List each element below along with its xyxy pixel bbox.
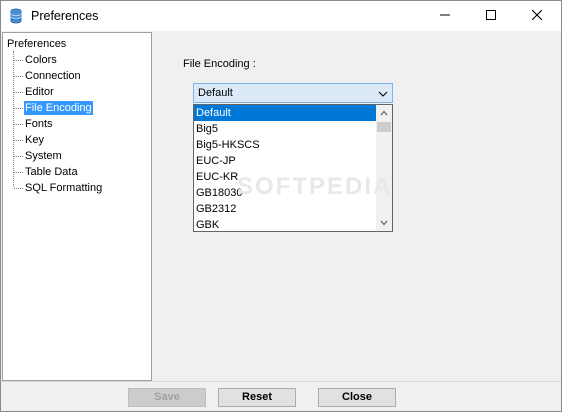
file-encoding-label: File Encoding : bbox=[183, 58, 256, 70]
tree-item-label: Table Data bbox=[25, 166, 78, 178]
tree-item-label: Connection bbox=[25, 70, 81, 82]
scroll-down-button[interactable] bbox=[376, 215, 392, 231]
encoding-options-list[interactable]: Default Big5 Big5-HKSCS EUC-JP EUC-KR GB… bbox=[193, 104, 393, 232]
tree-item-label: SQL Formatting bbox=[25, 182, 103, 194]
file-encoding-dropdown[interactable]: Default bbox=[193, 83, 393, 103]
tree-item-file-encoding[interactable]: File Encoding bbox=[13, 101, 153, 115]
encoding-option-euc-jp[interactable]: EUC-JP bbox=[194, 153, 376, 169]
preferences-tree[interactable]: Preferences Colors Connection Editor Fil… bbox=[2, 32, 152, 381]
tree-item-table-data[interactable]: Table Data bbox=[13, 165, 153, 179]
tree-branch-line bbox=[14, 60, 23, 61]
window-title: Preferences bbox=[31, 9, 99, 23]
scrollbar-thumb[interactable] bbox=[377, 122, 391, 132]
minimize-icon bbox=[440, 10, 450, 23]
tree-item-system[interactable]: System bbox=[13, 149, 153, 163]
encoding-option-gb2312[interactable]: GB2312 bbox=[194, 201, 376, 217]
app-database-icon bbox=[10, 8, 22, 24]
tree-item-connection[interactable]: Connection bbox=[13, 69, 153, 83]
close-icon bbox=[531, 9, 543, 23]
tree-branch-line bbox=[14, 188, 23, 189]
tree-item-label: Key bbox=[25, 134, 44, 146]
encoding-option-big5[interactable]: Big5 bbox=[194, 121, 376, 137]
tree-branch-line bbox=[14, 92, 23, 93]
tree-item-colors[interactable]: Colors bbox=[13, 53, 153, 67]
watermark-text: SOFTPEDIA bbox=[237, 173, 393, 200]
tree-item-label: Editor bbox=[25, 86, 54, 98]
encoding-option-big5-hkscs[interactable]: Big5-HKSCS bbox=[194, 137, 376, 153]
tree-branch-line bbox=[14, 124, 23, 125]
tree-item-label: Colors bbox=[25, 54, 57, 66]
save-button[interactable]: Save bbox=[128, 388, 206, 407]
tree-item-sql-formatting[interactable]: SQL Formatting bbox=[13, 181, 153, 195]
tree-branch-line bbox=[14, 76, 23, 77]
tree-root-preferences[interactable]: Preferences bbox=[7, 37, 66, 51]
reset-button[interactable]: Reset bbox=[218, 388, 296, 407]
maximize-button[interactable] bbox=[468, 1, 514, 31]
close-button[interactable]: Close bbox=[318, 388, 396, 407]
encoding-option-gbk[interactable]: GBK bbox=[194, 217, 376, 233]
preferences-window: Preferences Preferences Colors Connectio… bbox=[0, 0, 562, 412]
chevron-up-icon bbox=[380, 107, 388, 119]
tree-item-label: File Encoding bbox=[24, 101, 93, 115]
scroll-up-button[interactable] bbox=[376, 105, 392, 121]
tree-branch-line bbox=[14, 156, 23, 157]
chevron-down-icon bbox=[380, 217, 388, 229]
tree-branch-line bbox=[14, 172, 23, 173]
list-scrollbar[interactable] bbox=[376, 105, 392, 231]
title-bar[interactable]: Preferences bbox=[1, 1, 561, 31]
encoding-option-default[interactable]: Default bbox=[194, 105, 376, 121]
tree-item-key[interactable]: Key bbox=[13, 133, 153, 147]
tree-branch-line bbox=[14, 108, 23, 109]
tree-item-editor[interactable]: Editor bbox=[13, 85, 153, 99]
close-window-button[interactable] bbox=[514, 1, 560, 31]
chevron-down-icon[interactable] bbox=[378, 89, 388, 97]
minimize-button[interactable] bbox=[422, 1, 468, 31]
footer-divider bbox=[1, 381, 561, 382]
dropdown-selected-value: Default bbox=[198, 87, 233, 99]
tree-branch-line bbox=[14, 140, 23, 141]
maximize-icon bbox=[486, 9, 496, 23]
tree-item-fonts[interactable]: Fonts bbox=[13, 117, 153, 131]
tree-item-label: Fonts bbox=[25, 118, 53, 130]
tree-item-label: System bbox=[25, 150, 62, 162]
